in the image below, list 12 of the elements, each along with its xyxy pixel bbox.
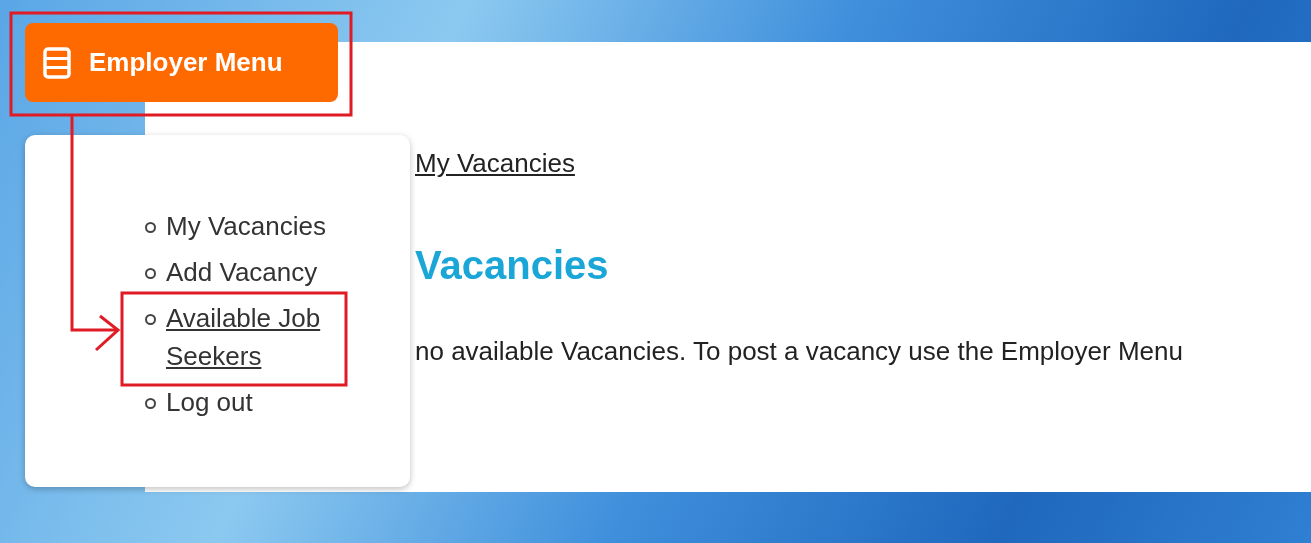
bullet-icon [145, 314, 156, 325]
empty-message: no available Vacancies. To post a vacancy use the Employer Menu [415, 336, 1184, 367]
menu-icon [43, 46, 71, 79]
breadcrumb-link[interactable]: My Vacancies [415, 148, 575, 179]
bullet-icon [145, 222, 156, 233]
menu-item[interactable]: Available Job Seekers [145, 299, 355, 375]
bullet-icon [145, 398, 156, 409]
page-heading: Vacancies [415, 243, 610, 288]
bullet-icon [145, 268, 156, 279]
menu-item[interactable]: Log out [145, 383, 253, 421]
menu-item[interactable]: My Vacancies [145, 207, 326, 245]
menu-item[interactable]: Add Vacancy [145, 253, 318, 291]
